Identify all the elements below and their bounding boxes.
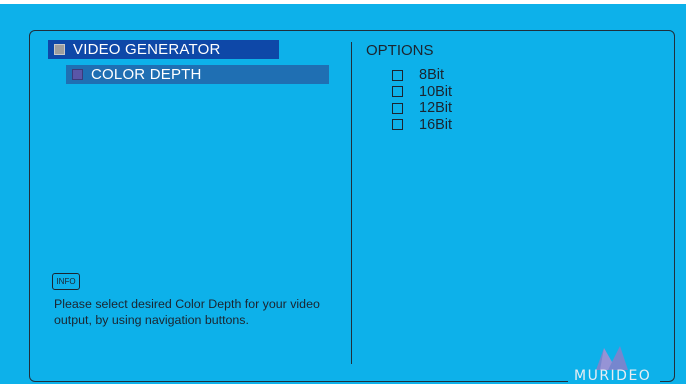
logo-mark-icon: [596, 346, 628, 370]
option-label: 10Bit: [419, 83, 453, 100]
option-label: 12Bit: [419, 100, 453, 117]
panel-divider: [351, 42, 352, 364]
murideo-logo: MURIDEO: [568, 342, 660, 384]
submenu-item-label: COLOR DEPTH: [91, 66, 202, 83]
options-title: OPTIONS: [366, 42, 434, 59]
menu-bullet-icon: [54, 44, 65, 55]
options-list: 8Bit 10Bit 12Bit 16Bit: [392, 67, 452, 133]
option-12bit[interactable]: 12Bit: [392, 100, 452, 117]
checkbox-icon: [392, 119, 403, 131]
info-text: Please select desired Color Depth for yo…: [54, 297, 320, 327]
checkbox-icon: [392, 69, 403, 81]
menu-item-color-depth[interactable]: COLOR DEPTH: [66, 65, 329, 84]
menu-item-label: VIDEO GENERATOR: [73, 41, 221, 58]
option-label: 8Bit: [419, 67, 444, 84]
osd-screen: VIDEO GENERATOR COLOR DEPTH INFO Please …: [0, 4, 686, 384]
option-16bit[interactable]: 16Bit: [392, 117, 452, 134]
logo-text: MURIDEO: [574, 368, 652, 384]
checkbox-icon: [392, 102, 403, 114]
menu-item-video-generator[interactable]: VIDEO GENERATOR: [48, 40, 279, 59]
submenu-bullet-icon: [72, 69, 83, 80]
option-label: 16Bit: [419, 116, 453, 133]
option-10bit[interactable]: 10Bit: [392, 84, 452, 101]
checkbox-icon: [392, 86, 403, 98]
option-8bit[interactable]: 8Bit: [392, 67, 452, 84]
info-icon: INFO: [52, 273, 80, 290]
